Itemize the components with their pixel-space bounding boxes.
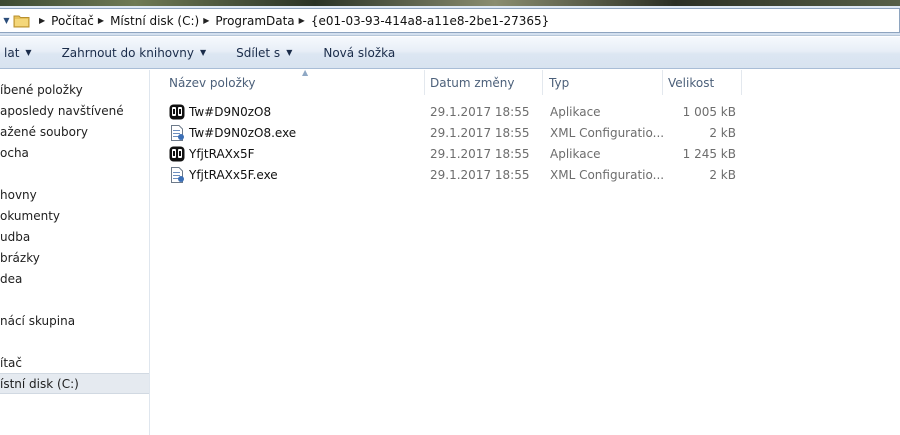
column-header-name-label: Název položky — [169, 75, 256, 90]
column-header-size[interactable]: Velikost — [663, 70, 742, 95]
organize-button[interactable]: lat ▼ — [4, 37, 32, 69]
chevron-down-icon: ▼ — [199, 48, 207, 57]
file-type: Aplikace — [550, 146, 601, 161]
sidebar-item-desktop[interactable]: ocha — [0, 142, 149, 163]
include-in-library-button[interactable]: Zahrnout do knihovny ▼ — [62, 37, 207, 69]
file-type: XML Configuratio... — [550, 167, 665, 182]
sidebar-item-label: okumenty — [0, 208, 61, 223]
xml-config-file-icon — [169, 124, 185, 141]
file-name-cell[interactable]: YfjtRAXx5F — [169, 143, 419, 164]
file-list: ▲ Název položky Datum změny Typ Velikost… — [151, 68, 900, 435]
sidebar-item-label: hovny — [0, 187, 37, 202]
sidebar-item-label: ístní disk (C:) — [0, 376, 79, 391]
new-folder-button[interactable]: Nová složka — [323, 37, 395, 69]
column-header-date[interactable]: Datum změny — [424, 70, 543, 95]
file-name-cell[interactable]: YfjtRAXx5F.exe — [169, 164, 419, 185]
breadcrumb-separator-icon[interactable]: ▶ — [39, 16, 45, 25]
file-size: 2 kB — [709, 167, 736, 182]
sidebar-item-label: ocha — [0, 145, 29, 160]
sidebar-item-label: íbené položky — [0, 82, 83, 97]
breadcrumb-separator-icon[interactable]: ▶ — [299, 16, 305, 25]
organize-label: lat — [4, 45, 20, 60]
address-bar[interactable]: ▼ ▶ Počítač ▶ Místní disk (C:) ▶ Program… — [0, 8, 900, 33]
sidebar-item-local-disk[interactable]: ístní disk (C:) — [0, 373, 149, 394]
breadcrumb-local-disk[interactable]: Místní disk (C:) — [110, 14, 199, 28]
sidebar-item-label: nácí skupina — [0, 313, 76, 328]
navigation-pane: íbené položky aposledy navštívené ažené … — [0, 70, 150, 435]
share-with-button[interactable]: Sdílet s ▼ — [236, 37, 292, 69]
folder-icon — [13, 13, 31, 29]
sidebar-item-label: brázky — [0, 250, 40, 265]
table-row[interactable]: YfjtRAXx5F.exe 29.1.2017 18:55 XML Confi… — [151, 164, 900, 185]
file-date: 29.1.2017 18:55 — [430, 167, 530, 182]
column-header-type[interactable]: Typ — [544, 70, 663, 95]
sidebar-item-favorites[interactable]: íbené položky — [0, 79, 149, 100]
sidebar-item-recent-places[interactable]: aposledy navštívené — [0, 100, 149, 121]
column-header-name[interactable]: ▲ Název položky — [164, 68, 424, 95]
xml-config-file-icon — [169, 166, 185, 183]
file-size: 2 kB — [709, 125, 736, 140]
breadcrumb-separator-icon[interactable]: ▶ — [98, 16, 104, 25]
new-folder-label: Nová složka — [323, 45, 396, 60]
application-icon — [169, 146, 185, 162]
address-bar-row: ▼ ▶ Počítač ▶ Místní disk (C:) ▶ Program… — [0, 6, 900, 36]
chevron-down-icon: ▼ — [25, 48, 32, 57]
file-name: Tw#D9N0zO8 — [189, 104, 272, 119]
sidebar-item-pictures[interactable]: brázky — [0, 247, 149, 268]
table-row[interactable]: Tw#D9N0zO8.exe 29.1.2017 18:55 XML Confi… — [151, 122, 900, 143]
breadcrumb-pocitac[interactable]: Počítač — [51, 14, 94, 28]
table-row[interactable]: Tw#D9N0zO8 29.1.2017 18:55 Aplikace 1 00… — [151, 101, 900, 122]
chevron-down-icon: ▼ — [286, 48, 293, 57]
include-in-library-label: Zahrnout do knihovny — [61, 45, 194, 60]
sidebar-item-label: udba — [0, 229, 31, 244]
column-header-size-label: Velikost — [668, 75, 715, 90]
sort-ascending-icon: ▲ — [302, 68, 309, 77]
file-type: Aplikace — [550, 104, 601, 119]
sidebar-item-homegroup[interactable]: nácí skupina — [0, 310, 149, 331]
navigation-dropdown-icon[interactable]: ▼ — [2, 11, 11, 31]
file-name: Tw#D9N0zO8.exe — [189, 125, 297, 140]
sidebar-item-downloads[interactable]: ažené soubory — [0, 121, 149, 142]
breadcrumb-current-folder[interactable]: {e01-03-93-414a8-a11e8-2be1-27365} — [311, 14, 549, 28]
sidebar-item-label: dea — [0, 271, 23, 286]
column-header-date-label: Datum změny — [430, 75, 515, 90]
breadcrumb-separator-icon[interactable]: ▶ — [203, 16, 209, 25]
sidebar-item-computer[interactable]: ítač — [0, 352, 149, 373]
file-size: 1 245 kB — [682, 146, 736, 161]
file-name-cell[interactable]: Tw#D9N0zO8 — [169, 101, 419, 122]
file-name: YfjtRAXx5F.exe — [189, 167, 278, 182]
file-date: 29.1.2017 18:55 — [430, 146, 530, 161]
command-bar: lat ▼ Zahrnout do knihovny ▼ Sdílet s ▼ … — [0, 37, 900, 69]
application-icon — [169, 104, 185, 120]
file-type: XML Configuratio... — [550, 125, 665, 140]
sidebar-item-documents[interactable]: okumenty — [0, 205, 149, 226]
sidebar-item-libraries[interactable]: hovny — [0, 184, 149, 205]
file-size: 1 005 kB — [682, 104, 736, 119]
file-name-cell[interactable]: Tw#D9N0zO8.exe — [169, 122, 419, 143]
sidebar-item-videos[interactable]: dea — [0, 268, 149, 289]
sidebar-item-label: aposledy navštívené — [0, 103, 124, 118]
table-row[interactable]: YfjtRAXx5F 29.1.2017 18:55 Aplikace 1 24… — [151, 143, 900, 164]
sidebar-item-label: ažené soubory — [0, 124, 89, 139]
file-date: 29.1.2017 18:55 — [430, 104, 530, 119]
sidebar-item-label: ítač — [0, 355, 22, 370]
file-date: 29.1.2017 18:55 — [430, 125, 530, 140]
file-name: YfjtRAXx5F — [189, 146, 255, 161]
share-with-label: Sdílet s — [236, 45, 281, 60]
sidebar-item-music[interactable]: udba — [0, 226, 149, 247]
breadcrumb-programdata[interactable]: ProgramData — [215, 14, 294, 28]
column-header-type-label: Typ — [549, 75, 570, 90]
